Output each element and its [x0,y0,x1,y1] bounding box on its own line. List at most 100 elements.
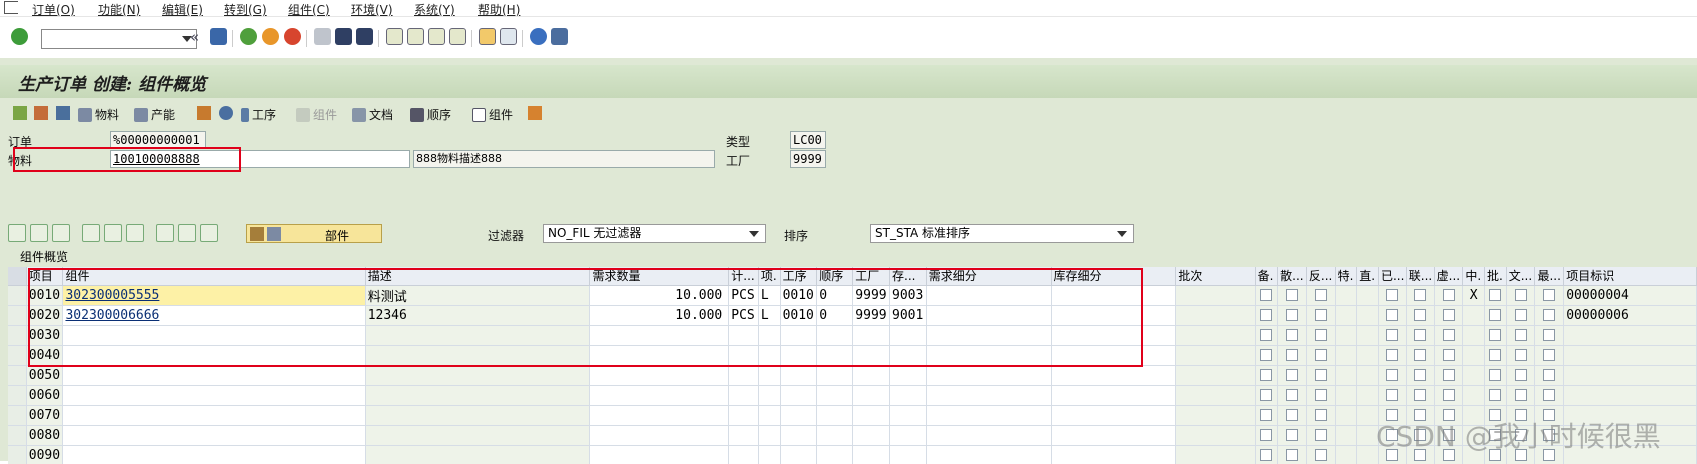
stock-segment-cell[interactable] [1051,405,1177,426]
component-cell[interactable] [62,425,366,446]
checkbox-cell[interactable] [1277,405,1307,426]
checkbox[interactable] [1386,329,1399,341]
checkbox-cell[interactable] [1255,365,1279,386]
row-selector[interactable] [8,425,27,446]
checkbox[interactable] [1514,309,1527,321]
checkbox[interactable] [1286,329,1298,341]
column-header[interactable]: 散... [1277,267,1307,286]
checkbox-cell[interactable] [1306,405,1336,426]
checkbox-cell[interactable] [1534,285,1565,306]
capacity-button[interactable]: 产能 [134,106,175,123]
checkbox-cell[interactable] [1255,285,1279,306]
item-category-cell[interactable] [758,385,781,406]
shortcut-icon[interactable] [500,28,517,45]
checkbox[interactable] [1286,449,1298,461]
flag-cell[interactable] [1335,445,1358,464]
checkbox[interactable] [1514,369,1527,381]
checkbox[interactable] [1314,369,1327,381]
menu-item-6[interactable]: 系统(Y) [414,1,455,18]
checkbox[interactable] [1314,309,1327,321]
column-header[interactable]: 存... [889,267,927,286]
checkbox-cell[interactable] [1534,365,1565,386]
previous-page-icon[interactable] [407,28,424,45]
sequence-cell[interactable] [816,425,854,446]
menu-item-3[interactable]: 转到(G) [224,1,267,18]
sequence-cell[interactable] [816,345,854,366]
checkbox[interactable] [1543,309,1556,321]
checkbox-cell[interactable] [1506,385,1536,406]
checkbox[interactable] [1489,389,1502,401]
quantity-cell[interactable] [589,385,730,406]
checkbox-cell[interactable] [1277,445,1307,464]
indicator-cell[interactable] [1462,325,1486,346]
document-button[interactable]: 文档 [352,106,393,123]
plant-cell[interactable]: 9999 [852,285,891,306]
checkbox-cell[interactable] [1534,385,1565,406]
calculator-icon[interactable] [56,106,70,120]
checkbox[interactable] [1414,369,1427,381]
checkbox-cell[interactable] [1306,305,1336,326]
checkbox[interactable] [1489,349,1502,361]
checkbox-cell[interactable] [1277,385,1307,406]
column-header[interactable]: 虚... [1434,267,1464,286]
indicator-cell[interactable] [1462,305,1486,326]
column-header[interactable]: 最... [1534,267,1565,286]
row-selector[interactable] [8,405,27,426]
operation-button[interactable]: 工序 [241,106,276,123]
operation-cell[interactable] [780,325,818,346]
checkbox[interactable] [1286,409,1298,421]
requirement-segment-cell[interactable] [926,285,1052,306]
sequence-cell[interactable] [816,385,854,406]
stock-segment-cell[interactable] [1051,365,1177,386]
status-icon[interactable] [34,106,48,120]
checkbox-cell[interactable] [1434,365,1464,386]
find-icon[interactable] [335,28,352,45]
unit-cell[interactable] [728,365,759,386]
checkbox-cell[interactable] [1406,305,1435,326]
table-settings-icon[interactable] [200,224,218,242]
flag-cell[interactable] [1335,285,1358,306]
checkbox[interactable] [1286,429,1298,441]
select-all-icon[interactable] [30,224,48,242]
find-next-icon[interactable] [356,28,373,45]
item-category-cell[interactable]: L [758,285,781,306]
row-selector[interactable] [8,305,27,326]
checkbox-cell[interactable] [1484,365,1507,386]
operation-cell[interactable]: 0010 [780,305,818,326]
enter-icon[interactable] [11,28,28,45]
checkbox-cell[interactable] [1255,445,1279,464]
checkbox[interactable] [1260,409,1273,421]
component-button[interactable]: 组件 [472,106,513,123]
unit-cell[interactable]: PCS [728,285,759,306]
checkbox[interactable] [1543,329,1556,341]
collapse-icon[interactable]: « [190,28,199,46]
checkbox[interactable] [1386,309,1399,321]
flag-cell[interactable] [1356,365,1379,386]
checkbox-cell[interactable] [1306,325,1336,346]
column-header[interactable]: 联... [1406,267,1435,286]
batch-cell[interactable] [1175,445,1256,464]
checkbox-cell[interactable] [1534,325,1565,346]
checkbox[interactable] [1414,289,1427,301]
requirement-segment-cell[interactable] [926,385,1052,406]
checkbox[interactable] [1414,389,1427,401]
column-header[interactable]: 计... [728,267,759,286]
quantity-cell[interactable] [589,365,730,386]
checkbox[interactable] [1286,369,1298,381]
checkbox-cell[interactable] [1306,345,1336,366]
hierarchy-icon[interactable] [197,106,211,120]
column-header[interactable]: 项目 [26,267,64,286]
checkbox[interactable] [1442,289,1455,301]
stock-segment-cell[interactable] [1051,345,1177,366]
checkbox-cell[interactable] [1434,285,1464,306]
operation-cell[interactable] [780,385,818,406]
flag-cell[interactable] [1335,405,1358,426]
checkbox-cell[interactable] [1277,425,1307,446]
checkbox-cell[interactable] [1406,345,1435,366]
table-row[interactable]: 0060 [8,385,1697,406]
layout-icon[interactable] [551,28,568,45]
checkbox-cell[interactable] [1378,385,1407,406]
operation-cell[interactable] [780,445,818,464]
checkbox[interactable] [1543,289,1556,301]
checkbox-cell[interactable] [1484,305,1507,326]
